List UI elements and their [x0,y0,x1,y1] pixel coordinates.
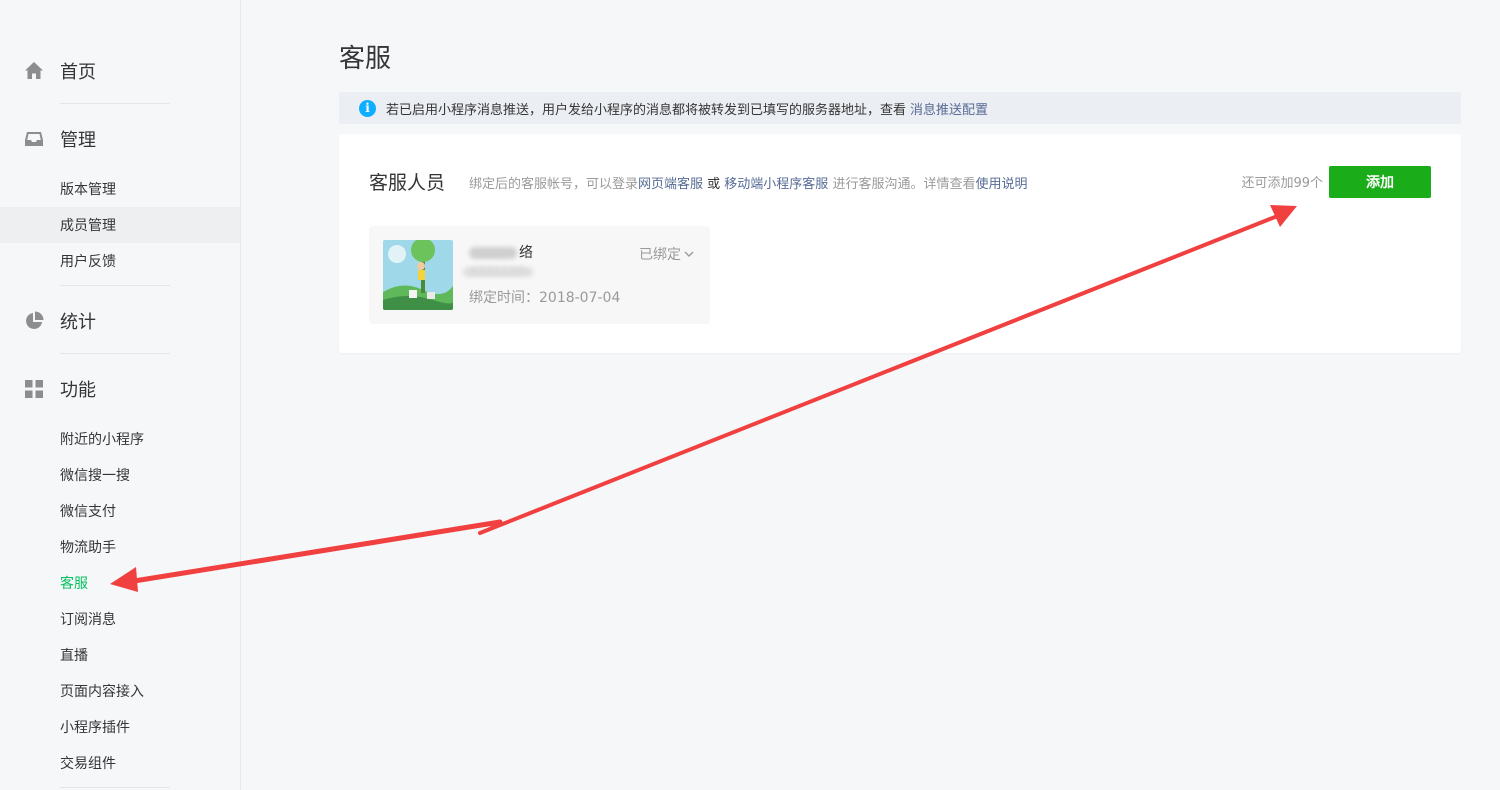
sidebar-item-search[interactable]: 微信搜一搜 [0,457,240,493]
sidebar-item-label: 小程序插件 [60,720,130,736]
help-link[interactable]: 使用说明 [975,177,1027,192]
desc-middle: 进行客服沟通。详情查看 [828,177,976,192]
sidebar-item-trade[interactable]: 交易组件 [0,745,240,781]
grid-icon [24,379,44,399]
divider [60,787,170,788]
nav-home-label: 首页 [60,62,96,83]
sidebar-item-version[interactable]: 版本管理 [0,171,240,207]
bind-status-label: 已绑定 [639,247,681,263]
staff-card-panel: 客服人员 绑定后的客服帐号，可以登录网页端客服 或 移动端小程序客服 进行客服沟… [339,134,1461,353]
avatar [383,240,453,310]
sidebar-item-subscribe[interactable]: 订阅消息 [0,601,240,637]
staff-name-text: 络 [519,245,533,261]
sidebar-item-plugins[interactable]: 小程序插件 [0,709,240,745]
web-cs-link[interactable]: 网页端客服 [638,177,703,192]
sidebar-item-members[interactable]: 成员管理 [0,207,240,243]
nav-stats[interactable]: 统计 [24,306,96,336]
divider [60,285,170,286]
sidebar-item-label: 版本管理 [60,182,116,198]
mobile-cs-link[interactable]: 移动端小程序客服 [724,177,828,192]
sidebar-item-nearby[interactable]: 附近的小程序 [0,421,240,457]
redacted-blur [469,247,517,259]
nav-features-label: 功能 [60,380,96,401]
add-button[interactable]: 添加 [1329,166,1431,198]
page-title: 客服 [339,44,392,74]
sidebar-item-label: 订阅消息 [60,612,116,628]
sidebar-item-page-content[interactable]: 页面内容接入 [0,673,240,709]
sidebar-item-live[interactable]: 直播 [0,637,240,673]
sidebar-item-label: 页面内容接入 [60,684,144,700]
staff-name: 络 [469,242,533,262]
nav-manage-label: 管理 [60,130,96,151]
sidebar-item-label: 微信搜一搜 [60,468,130,484]
desc-prefix: 绑定后的客服帐号，可以登录 [469,177,639,192]
section-title: 客服人员 [369,172,446,194]
chevron-down-icon [684,250,694,258]
notice-banner: i 若已启用小程序消息推送，用户发给小程序的消息都将被转发到已填写的服务器地址，… [339,92,1461,124]
sidebar-item-feedback[interactable]: 用户反馈 [0,243,240,279]
sidebar-item-logistics[interactable]: 物流助手 [0,529,240,565]
divider [60,353,170,354]
message-push-config-link[interactable]: 消息推送配置 [910,99,988,118]
inbox-icon [24,129,44,149]
sidebar: 首页 管理 版本管理 成员管理 用户反馈 统计 功能 附近的小程序 微信搜一搜 … [0,0,241,790]
nav-features[interactable]: 功能 [24,374,96,404]
bind-status-dropdown[interactable]: 已绑定 [639,244,694,264]
bind-time: 绑定时间：2018-07-04 [469,290,621,306]
sidebar-item-label: 微信支付 [60,504,116,520]
arrow-connector [479,521,501,534]
sidebar-item-label: 物流助手 [60,540,116,556]
staff-id-text: K551100 [471,264,525,278]
staff-id: K551100 [463,264,533,280]
desc-or: 或 [703,177,725,192]
divider [60,103,170,104]
sidebar-item-label: 成员管理 [60,218,116,234]
sidebar-item-pay[interactable]: 微信支付 [0,493,240,529]
sidebar-item-customer-service[interactable]: 客服 [0,565,240,601]
sidebar-item-label: 附近的小程序 [60,432,144,448]
notice-text: 若已启用小程序消息推送，用户发给小程序的消息都将被转发到已填写的服务器地址，查看 [386,102,907,118]
nav-home[interactable]: 首页 [24,56,96,86]
remaining-count: 还可添加99个 [1241,176,1323,191]
info-icon: i [359,99,376,117]
staff-item: 络 K551100 绑定时间：2018-07-04 已绑定 [369,226,710,324]
sidebar-item-label: 客服 [60,576,88,592]
sidebar-item-label: 直播 [60,648,88,664]
sidebar-item-label: 用户反馈 [60,254,116,270]
nav-manage[interactable]: 管理 [24,124,96,154]
section-description: 绑定后的客服帐号，可以登录网页端客服 或 移动端小程序客服 进行客服沟通。详情查… [469,173,1027,192]
home-icon [24,61,44,81]
sidebar-item-label: 交易组件 [60,756,116,772]
nav-stats-label: 统计 [60,312,96,333]
pie-chart-icon [24,311,44,331]
